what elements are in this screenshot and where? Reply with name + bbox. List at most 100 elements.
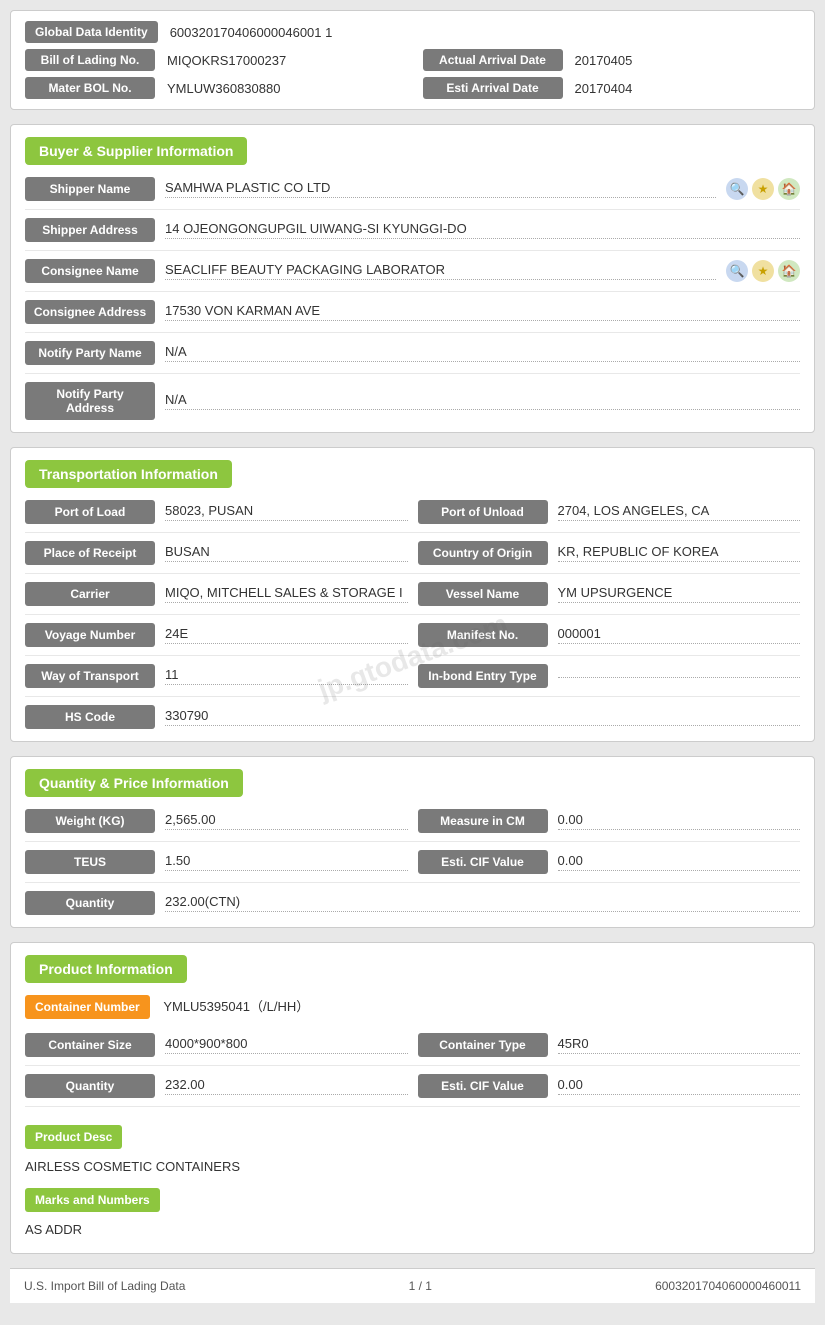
consignee-address-value: 17530 VON KARMAN AVE xyxy=(165,303,800,321)
vessel-name-value: YM UPSURGENCE xyxy=(558,585,801,603)
container-size-type-row: Container Size 4000*900*800 Container Ty… xyxy=(25,1033,800,1066)
notify-party-name-value: N/A xyxy=(165,344,800,362)
quantity-value: 232.00(CTN) xyxy=(165,894,800,912)
container-number-block: Container Number YMLU5395041（/L/HH） xyxy=(25,995,800,1025)
hs-code-label: HS Code xyxy=(25,705,155,729)
notify-party-address-value: N/A xyxy=(165,392,800,410)
consignee-home-icon[interactable]: 🏠 xyxy=(778,260,800,282)
shipper-star-icon[interactable]: ★ xyxy=(752,178,774,200)
way-of-transport-value: 11 xyxy=(165,667,408,685)
footer: U.S. Import Bill of Lading Data 1 / 1 60… xyxy=(10,1268,815,1303)
marks-block: Marks and Numbers xyxy=(25,1178,800,1218)
shipper-address-value: 14 OJEONGONGUPGIL UIWANG-SI KYUNGGI-DO xyxy=(165,221,800,239)
marks-value: AS ADDR xyxy=(25,1218,800,1241)
product-quantity-label: Quantity xyxy=(25,1074,155,1098)
transportation-section: Transportation Information Port of Load … xyxy=(10,447,815,742)
product-title-bar: Product Information xyxy=(25,955,800,983)
master-bol-label: Mater BOL No. xyxy=(25,77,155,99)
bol-label: Bill of Lading No. xyxy=(25,49,155,71)
notify-party-address-row: Notify Party Address N/A xyxy=(25,382,800,420)
voyage-number-label: Voyage Number xyxy=(25,623,155,647)
master-bol-row: Mater BOL No. YMLUW360830880 Esti Arriva… xyxy=(25,77,800,99)
consignee-address-label: Consignee Address xyxy=(25,300,155,324)
footer-left: U.S. Import Bill of Lading Data xyxy=(24,1279,185,1293)
marks-label: Marks and Numbers xyxy=(25,1188,160,1212)
quantity-price-title: Quantity & Price Information xyxy=(25,769,243,797)
esti-arrival-pair: Esti Arrival Date 20170404 xyxy=(413,77,801,99)
esti-cif-label: Esti. CIF Value xyxy=(418,850,548,874)
notify-party-address-label: Notify Party Address xyxy=(25,382,155,420)
global-id-value: 600320170406000046001 1 xyxy=(158,25,800,40)
product-desc-label: Product Desc xyxy=(25,1125,122,1149)
bol-pair: Bill of Lading No. MIQOKRS17000237 xyxy=(25,49,413,71)
footer-center: 1 / 1 xyxy=(409,1279,432,1293)
notify-party-name-row: Notify Party Name N/A xyxy=(25,341,800,374)
shipper-search-icon[interactable]: 🔍 xyxy=(726,178,748,200)
container-size-value: 4000*900*800 xyxy=(165,1036,408,1054)
receipt-origin-row: Place of Receipt BUSAN Country of Origin… xyxy=(25,541,800,574)
actual-arrival-pair: Actual Arrival Date 20170405 xyxy=(413,49,801,71)
shipper-name-label: Shipper Name xyxy=(25,177,155,201)
port-of-load-label: Port of Load xyxy=(25,500,155,524)
port-of-load-value: 58023, PUSAN xyxy=(165,503,408,521)
country-of-origin-value: KR, REPUBLIC OF KOREA xyxy=(558,544,801,562)
product-esti-cif-value: 0.00 xyxy=(558,1077,801,1095)
port-of-unload-label: Port of Unload xyxy=(418,500,548,524)
shipper-home-icon[interactable]: 🏠 xyxy=(778,178,800,200)
shipper-name-row: Shipper Name SAMHWA PLASTIC CO LTD 🔍 ★ 🏠 xyxy=(25,177,800,210)
port-of-unload-value: 2704, LOS ANGELES, CA xyxy=(558,503,801,521)
vessel-name-label: Vessel Name xyxy=(418,582,548,606)
consignee-name-row: Consignee Name SEACLIFF BEAUTY PACKAGING… xyxy=(25,259,800,292)
weight-measure-row: Weight (KG) 2,565.00 Measure in CM 0.00 xyxy=(25,809,800,842)
consignee-address-row: Consignee Address 17530 VON KARMAN AVE xyxy=(25,300,800,333)
quantity-price-section: Quantity & Price Information Weight (KG)… xyxy=(10,756,815,928)
esti-cif-value: 0.00 xyxy=(558,853,801,871)
measure-value: 0.00 xyxy=(558,812,801,830)
voyage-manifest-row: Voyage Number 24E Manifest No. 000001 xyxy=(25,623,800,656)
hs-code-value: 330790 xyxy=(165,708,800,726)
container-type-label: Container Type xyxy=(418,1033,548,1057)
consignee-icon-group: 🔍 ★ 🏠 xyxy=(726,260,800,282)
manifest-no-label: Manifest No. xyxy=(418,623,548,647)
notify-party-name-label: Notify Party Name xyxy=(25,341,155,365)
buyer-supplier-title-bar: Buyer & Supplier Information xyxy=(25,137,800,165)
in-bond-value xyxy=(558,675,801,678)
product-quantity-value: 232.00 xyxy=(165,1077,408,1095)
bol-row: Bill of Lading No. MIQOKRS17000237 Actua… xyxy=(25,49,800,71)
voyage-number-value: 24E xyxy=(165,626,408,644)
product-title: Product Information xyxy=(25,955,187,983)
consignee-name-label: Consignee Name xyxy=(25,259,155,283)
global-id-row: Global Data Identity 6003201704060000460… xyxy=(25,21,800,43)
product-esti-cif-label: Esti. CIF Value xyxy=(418,1074,548,1098)
shipper-address-row: Shipper Address 14 OJEONGONGUPGIL UIWANG… xyxy=(25,218,800,251)
weight-value: 2,565.00 xyxy=(165,812,408,830)
shipper-icon-group: 🔍 ★ 🏠 xyxy=(726,178,800,200)
place-of-receipt-label: Place of Receipt xyxy=(25,541,155,565)
measure-label: Measure in CM xyxy=(418,809,548,833)
consignee-star-icon[interactable]: ★ xyxy=(752,260,774,282)
quantity-row: Quantity 232.00(CTN) xyxy=(25,891,800,915)
actual-arrival-label: Actual Arrival Date xyxy=(423,49,563,71)
transportation-title: Transportation Information xyxy=(25,460,232,488)
shipper-address-label: Shipper Address xyxy=(25,218,155,242)
shipper-name-value: SAMHWA PLASTIC CO LTD xyxy=(165,180,716,198)
master-bol-value: YMLUW360830880 xyxy=(155,81,413,96)
quantity-label: Quantity xyxy=(25,891,155,915)
country-of-origin-label: Country of Origin xyxy=(418,541,548,565)
identity-section: Global Data Identity 6003201704060000460… xyxy=(10,10,815,110)
product-section: Product Information Container Number YML… xyxy=(10,942,815,1254)
hs-code-row: HS Code 330790 xyxy=(25,705,800,729)
quantity-price-title-bar: Quantity & Price Information xyxy=(25,769,800,797)
weight-label: Weight (KG) xyxy=(25,809,155,833)
port-load-unload-row: Port of Load 58023, PUSAN Port of Unload… xyxy=(25,500,800,533)
manifest-no-value: 000001 xyxy=(558,626,801,644)
product-desc-block: Product Desc xyxy=(25,1115,800,1155)
buyer-supplier-section: Buyer & Supplier Information Shipper Nam… xyxy=(10,124,815,433)
teus-cif-row: TEUS 1.50 Esti. CIF Value 0.00 xyxy=(25,850,800,883)
container-number-value: YMLU5395041（/L/HH） xyxy=(163,999,309,1014)
consignee-search-icon[interactable]: 🔍 xyxy=(726,260,748,282)
in-bond-label: In-bond Entry Type xyxy=(418,664,548,688)
product-quantity-cif-row: Quantity 232.00 Esti. CIF Value 0.00 xyxy=(25,1074,800,1107)
esti-arrival-value: 20170404 xyxy=(563,81,801,96)
carrier-value: MIQO, MITCHELL SALES & STORAGE I xyxy=(165,585,408,603)
